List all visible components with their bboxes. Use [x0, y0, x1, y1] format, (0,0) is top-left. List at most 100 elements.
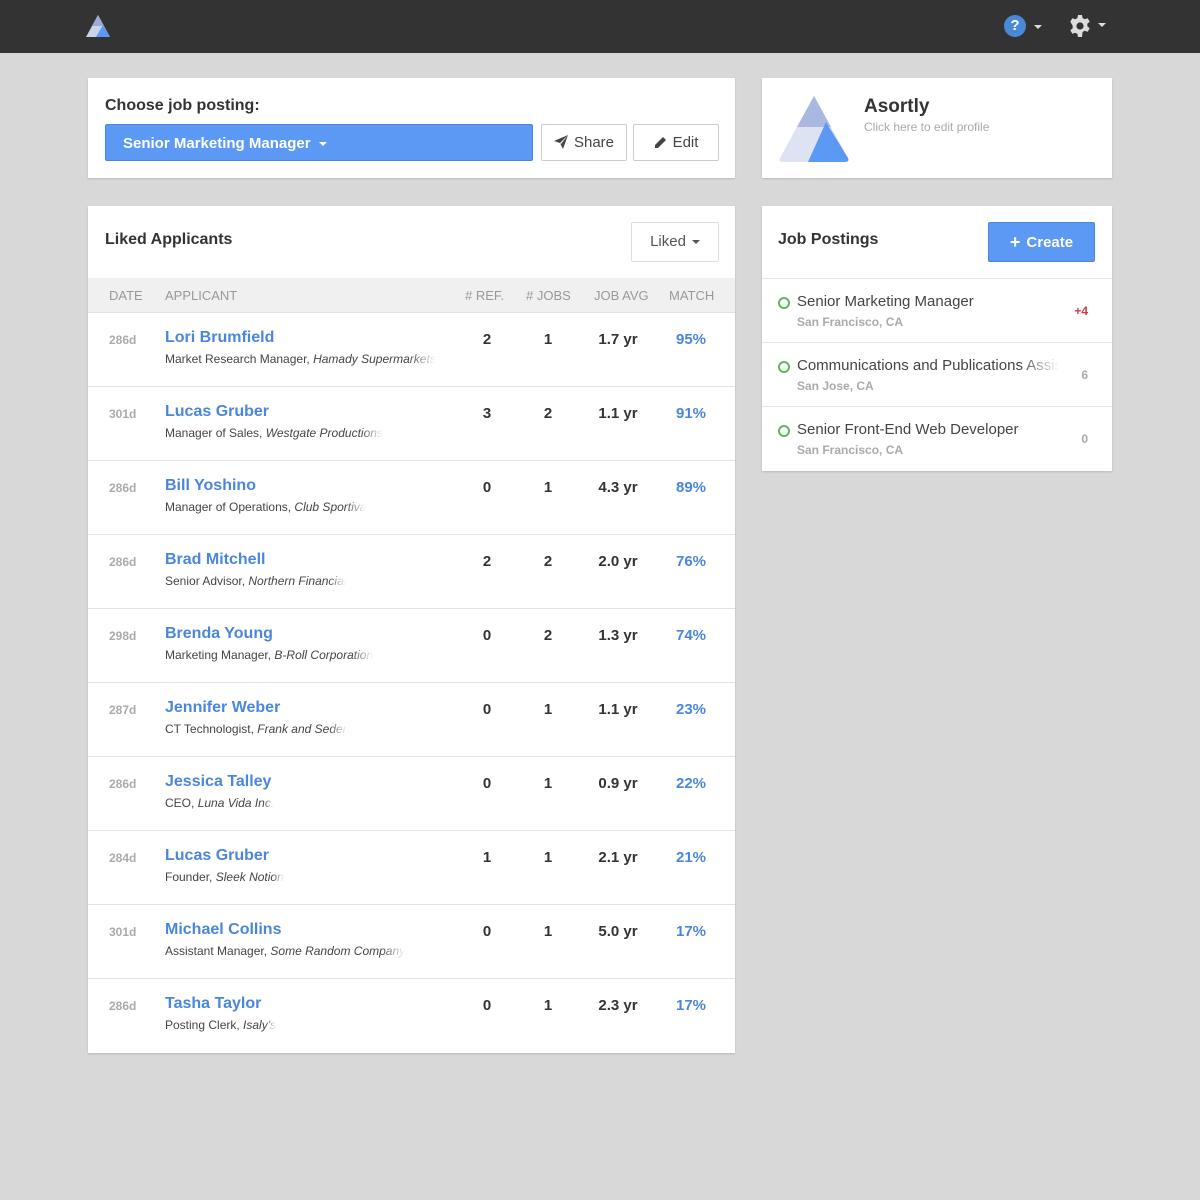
- applicant-position: Manager of Operations, Club Sportiva: [165, 500, 366, 514]
- table-row[interactable]: 286d Brad Mitchell Senior Advisor, Norther…: [88, 534, 735, 608]
- jobs-count: 1: [543, 849, 553, 866]
- create-posting-button[interactable]: + Create: [988, 222, 1095, 262]
- reference-count: 0: [482, 479, 492, 496]
- jobs-count: 1: [543, 997, 553, 1014]
- reference-count: 0: [482, 923, 492, 940]
- column-applicant[interactable]: APPLICANT: [165, 288, 237, 303]
- table-row[interactable]: 286d Bill Yoshino Manager of Operations, C…: [88, 460, 735, 534]
- reference-count: 0: [482, 627, 492, 644]
- plus-icon: +: [1009, 232, 1021, 252]
- company-name: B-Roll Corporation: [274, 648, 374, 662]
- match-score: 76%: [675, 553, 707, 570]
- match-score: 23%: [675, 701, 707, 718]
- applicant-position: Marketing Manager, B-Roll Corporation: [165, 648, 373, 662]
- chevron-down-icon: [1034, 25, 1042, 29]
- jobs-count: 2: [543, 405, 553, 422]
- settings-menu-button[interactable]: [1068, 13, 1108, 39]
- edit-profile-hint: Click here to edit profile: [864, 120, 990, 134]
- job-posting-item[interactable]: Senior Marketing Manager San Francisco, C…: [762, 278, 1112, 342]
- company-name: Sleek Notion: [215, 870, 284, 884]
- selected-job-label: Senior Marketing Manager: [123, 135, 311, 152]
- applicant-name-link[interactable]: Jennifer Weber: [165, 699, 280, 717]
- match-score: 17%: [675, 923, 707, 940]
- filter-label: Liked: [650, 233, 686, 250]
- table-row[interactable]: 286d Jessica Talley CEO, Luna Vida Inc. 0 1 0…: [88, 756, 735, 830]
- company-name: Some Random Company: [270, 944, 406, 958]
- match-score: 74%: [675, 627, 707, 644]
- edit-label: Edit: [672, 134, 699, 151]
- table-row[interactable]: 286d Tasha Taylor Posting Clerk, Isaly's 0 1…: [88, 978, 735, 1052]
- table-row[interactable]: 287d Jennifer Weber CT Technologist, Frank…: [88, 682, 735, 756]
- job-posting-item[interactable]: Communications and Publications Assistan…: [762, 342, 1112, 406]
- applicant-name-link[interactable]: Lucas Gruber: [165, 403, 269, 421]
- table-row[interactable]: 284d Lucas Gruber Founder, Sleek Notion 1 1 2…: [88, 830, 735, 904]
- applicant-name-link[interactable]: Brenda Young: [165, 625, 273, 643]
- share-button[interactable]: Share: [541, 124, 627, 161]
- column-job-avg[interactable]: JOB AVG: [594, 288, 649, 303]
- reference-count: 0: [482, 997, 492, 1014]
- applied-date: 301d: [109, 925, 137, 939]
- applicant-name-link[interactable]: Lucas Gruber: [165, 847, 269, 865]
- applicants-title: Liked Applicants: [105, 231, 233, 248]
- reference-count: 2: [482, 553, 492, 570]
- company-name: Frank and Seder: [257, 722, 347, 736]
- position-title: Senior Advisor,: [165, 574, 246, 588]
- column-jobs[interactable]: # JOBS: [526, 288, 571, 303]
- chevron-down-icon: [318, 142, 327, 147]
- table-row[interactable]: 301d Michael Collins Assistant Manager, So…: [88, 904, 735, 978]
- job-posting-dropdown[interactable]: Senior Marketing Manager: [105, 124, 533, 161]
- applicant-name-link[interactable]: Lori Brumfield: [165, 329, 274, 347]
- liked-applicants-card: Liked Applicants Liked DATE APPLICANT # …: [88, 206, 735, 1053]
- column-match[interactable]: MATCH: [669, 288, 714, 303]
- jobs-count: 1: [543, 701, 553, 718]
- help-menu-button[interactable]: ?: [1004, 15, 1046, 39]
- posting-title: Senior Front-End Web Developer: [797, 421, 1019, 438]
- applicant-name-link[interactable]: Michael Collins: [165, 921, 281, 939]
- create-label: Create: [1026, 234, 1074, 251]
- applied-date: 286d: [109, 999, 137, 1013]
- jobs-count: 1: [543, 331, 553, 348]
- chevron-down-icon: [1098, 23, 1106, 27]
- applicant-position: Assistant Manager, Some Random Company: [165, 944, 405, 958]
- job-average: 1.3 yr: [598, 627, 638, 644]
- posting-title: Senior Marketing Manager: [797, 293, 974, 310]
- position-title: CEO,: [165, 796, 195, 810]
- applicant-name-link[interactable]: Bill Yoshino: [165, 477, 256, 495]
- applied-date: 286d: [109, 333, 137, 347]
- asortly-logo-icon[interactable]: [86, 15, 110, 37]
- job-average: 4.3 yr: [598, 479, 638, 496]
- share-label: Share: [573, 134, 615, 151]
- applicant-name-link[interactable]: Brad Mitchell: [165, 551, 265, 569]
- reference-count: 1: [482, 849, 492, 866]
- chevron-down-icon: [691, 240, 700, 245]
- column-ref[interactable]: # REF.: [465, 288, 504, 303]
- applicant-count-badge: 0: [1081, 432, 1088, 446]
- jobs-count: 2: [543, 553, 553, 570]
- table-row[interactable]: 298d Brenda Young Marketing Manager, B-Rol…: [88, 608, 735, 682]
- column-date[interactable]: DATE: [109, 288, 143, 303]
- job-posting-item[interactable]: Senior Front-End Web Developer San Franci…: [762, 406, 1112, 470]
- filter-dropdown[interactable]: Liked: [631, 222, 719, 262]
- applicant-name-link[interactable]: Jessica Talley: [165, 773, 271, 791]
- job-average: 2.0 yr: [598, 553, 638, 570]
- status-dot-icon: [778, 361, 790, 373]
- company-name: Luna Vida Inc.: [197, 796, 275, 810]
- company-name: Northern Financial: [248, 574, 347, 588]
- posting-location: San Francisco, CA: [797, 443, 904, 457]
- company-name: Club Sportiva: [294, 500, 367, 514]
- edit-button[interactable]: Edit: [633, 124, 719, 161]
- jobs-count: 1: [543, 775, 553, 792]
- pencil-icon: [654, 137, 666, 148]
- position-title: Marketing Manager,: [165, 648, 272, 662]
- applicant-name-link[interactable]: Tasha Taylor: [165, 995, 261, 1013]
- table-row[interactable]: 286d Lori Brumfield Market Research Manage…: [88, 312, 735, 386]
- top-navbar: ?: [0, 0, 1200, 53]
- reference-count: 2: [482, 331, 492, 348]
- company-profile-card[interactable]: Asortly Click here to edit profile: [762, 78, 1112, 178]
- job-average: 1.1 yr: [598, 405, 638, 422]
- reference-count: 0: [482, 775, 492, 792]
- applicant-position: Manager of Sales, Westgate Productions: [165, 426, 383, 440]
- posting-title: Communications and Publications Assistan…: [797, 357, 1059, 374]
- match-score: 21%: [675, 849, 707, 866]
- table-row[interactable]: 301d Lucas Gruber Manager of Sales, Westga…: [88, 386, 735, 460]
